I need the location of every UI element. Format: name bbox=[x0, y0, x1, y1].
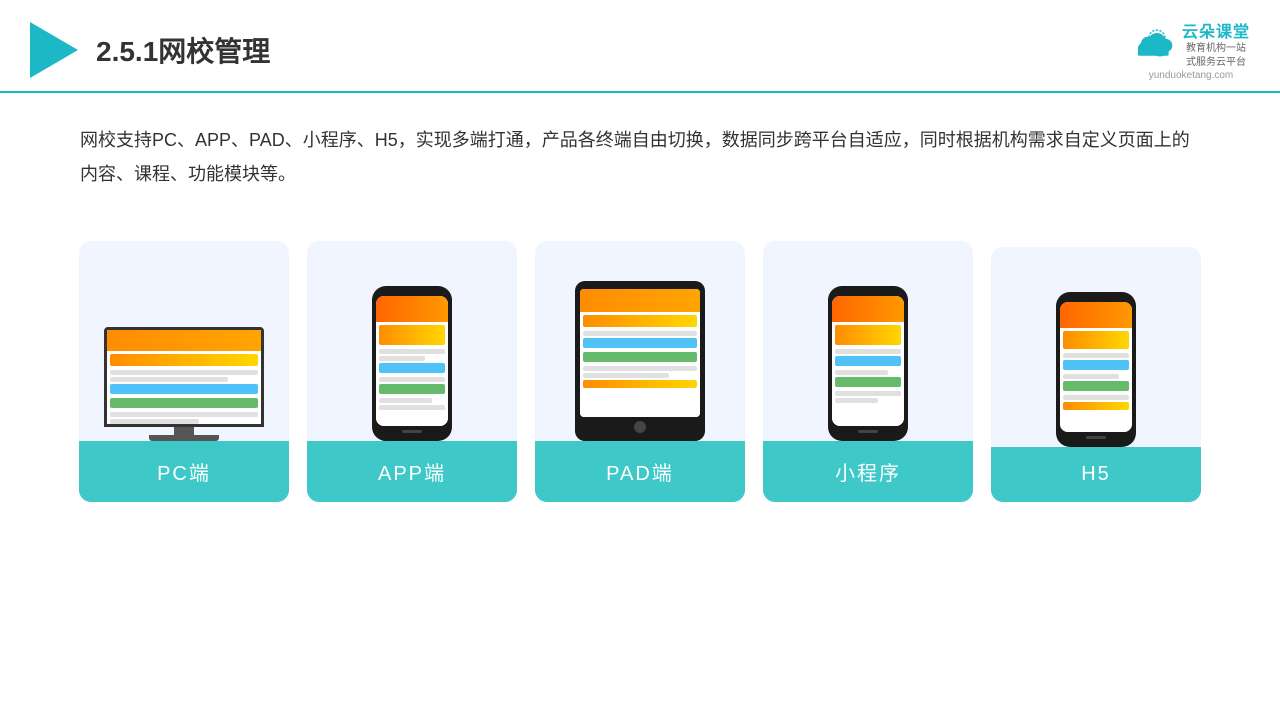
h5-card: H5 bbox=[991, 247, 1201, 502]
description-text: 网校支持PC、APP、PAD、小程序、H5，实现多端打通，产品各终端自由切换，数… bbox=[0, 93, 1280, 201]
pad-label: PAD端 bbox=[535, 441, 745, 502]
app-label: APP端 bbox=[307, 441, 517, 502]
h5-phone-notch bbox=[1082, 292, 1110, 298]
brand-triangle-icon bbox=[30, 22, 78, 78]
pad-card: PAD端 bbox=[535, 241, 745, 502]
cloud-icon bbox=[1132, 29, 1176, 59]
miniprogram-screen-content bbox=[832, 296, 904, 426]
pad-image-area bbox=[535, 241, 745, 441]
app-phone-device bbox=[372, 286, 452, 441]
pc-screen-content bbox=[107, 330, 261, 424]
tablet-home-button bbox=[634, 421, 646, 433]
pad-tablet-device bbox=[575, 281, 705, 441]
miniprogram-home-button bbox=[858, 430, 878, 433]
brand-tagline: 教育机构一站 式服务云平台 bbox=[1186, 42, 1250, 70]
h5-label: H5 bbox=[991, 447, 1201, 502]
h5-phone-device bbox=[1056, 292, 1136, 447]
app-phone-screen bbox=[376, 296, 448, 426]
pc-base bbox=[149, 435, 219, 441]
device-cards-container: PC端 bbox=[0, 211, 1280, 532]
page-title: 2.5.1网校管理 bbox=[96, 30, 270, 70]
h5-phone-body bbox=[1056, 292, 1136, 447]
page-header: 2.5.1网校管理 云朵课堂 教育机构一站 式服务云平台 bbox=[0, 0, 1280, 93]
miniprogram-label: 小程序 bbox=[763, 441, 973, 502]
miniprogram-card: 小程序 bbox=[763, 241, 973, 502]
app-screen-content bbox=[376, 296, 448, 426]
pc-image-area bbox=[79, 241, 289, 441]
brand-logo: 云朵课堂 教育机构一站 式服务云平台 bbox=[1132, 18, 1250, 70]
pc-neck bbox=[174, 427, 194, 435]
phone-home-button bbox=[402, 430, 422, 433]
header-left: 2.5.1网校管理 bbox=[30, 22, 270, 78]
pad-tablet-screen bbox=[580, 289, 700, 417]
app-phone-body bbox=[372, 286, 452, 441]
h5-phone-screen bbox=[1060, 302, 1132, 432]
brand-name-cn: 云朵课堂 教育机构一站 式服务云平台 bbox=[1182, 18, 1250, 70]
pc-label: PC端 bbox=[79, 441, 289, 502]
pad-screen-content bbox=[580, 289, 700, 417]
pc-card: PC端 bbox=[79, 241, 289, 502]
app-card: APP端 bbox=[307, 241, 517, 502]
miniprogram-phone-screen bbox=[832, 296, 904, 426]
miniprogram-phone-notch bbox=[854, 286, 882, 292]
miniprogram-phone-body bbox=[828, 286, 908, 441]
miniprogram-phone-device bbox=[828, 286, 908, 441]
h5-image-area bbox=[991, 247, 1201, 447]
brand-url: yunduoketang.com bbox=[1149, 70, 1234, 81]
brand-area: 云朵课堂 教育机构一站 式服务云平台 yunduoketang.com bbox=[1132, 18, 1250, 81]
miniprogram-image-area bbox=[763, 241, 973, 441]
description-paragraph: 网校支持PC、APP、PAD、小程序、H5，实现多端打通，产品各终端自由切换，数… bbox=[80, 123, 1200, 191]
phone-notch bbox=[398, 286, 426, 292]
app-image-area bbox=[307, 241, 517, 441]
h5-screen-content bbox=[1060, 302, 1132, 432]
pc-device bbox=[104, 327, 264, 441]
pad-tablet-body bbox=[575, 281, 705, 441]
pc-screen bbox=[104, 327, 264, 427]
h5-home-button bbox=[1086, 436, 1106, 439]
